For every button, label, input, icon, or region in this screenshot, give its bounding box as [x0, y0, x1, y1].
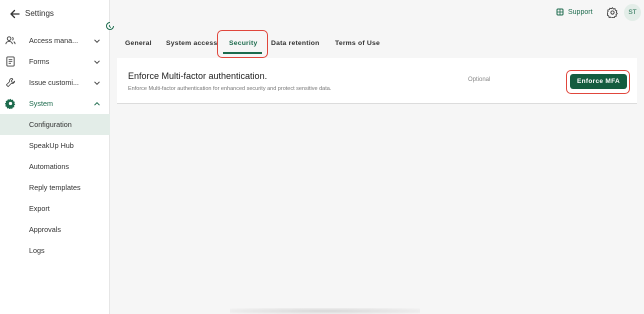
arrow-left-icon[interactable]: [9, 8, 21, 20]
sidebar-title: Settings: [25, 9, 54, 18]
support-link[interactable]: Support: [556, 8, 593, 16]
mfa-title: Enforce Multi-factor authentication.: [128, 71, 268, 81]
sidebar-item-system[interactable]: System: [0, 93, 110, 114]
sidebar-subitem-label: Logs: [29, 246, 45, 255]
sidebar-item-label: Access mana...: [29, 36, 79, 45]
sidebar-subitem-label: Reply templates: [29, 183, 81, 192]
sidebar-subitem-approvals[interactable]: Approvals: [0, 219, 110, 240]
sidebar-subitem-label: Automations: [29, 162, 69, 171]
sidebar: Settings Access mana... Forms Issue cust…: [0, 0, 110, 314]
sidebar-subitem-reply-templates[interactable]: Reply templates: [0, 177, 110, 198]
avatar[interactable]: ST: [624, 4, 641, 21]
settings-tabs: General System access Security Data rete…: [110, 28, 644, 56]
sidebar-item-forms[interactable]: Forms: [0, 51, 110, 72]
sidebar-subitem-label: SpeakUp Hub: [29, 141, 74, 150]
chevron-down-icon: [94, 60, 100, 65]
sidebar-item-label: System: [29, 99, 53, 108]
sidebar-subitem-label: Configuration: [29, 120, 72, 129]
support-icon: [556, 8, 564, 16]
sidebar-subitem-configuration[interactable]: Configuration: [0, 114, 110, 135]
wrench-icon: [5, 77, 16, 88]
gear-icon: [5, 98, 16, 109]
sidebar-item-access-management[interactable]: Access mana...: [0, 30, 110, 51]
sidebar-item-issue-customization[interactable]: Issue customi...: [0, 72, 110, 93]
forms-icon: [6, 56, 15, 67]
mfa-description: Enforce Multi-factor authentication for …: [128, 86, 332, 92]
mfa-settings-card: Enforce Multi-factor authentication. Enf…: [117, 58, 637, 104]
chevron-down-icon: [94, 81, 100, 86]
sidebar-subitem-automations[interactable]: Automations: [0, 156, 110, 177]
sidebar-subitem-speakup-hub[interactable]: SpeakUp Hub: [0, 135, 110, 156]
sidebar-header: Settings: [0, 0, 110, 28]
sidebar-subitem-label: Approvals: [29, 225, 61, 234]
settings-gear-icon[interactable]: [607, 7, 618, 18]
mfa-status: Optional: [468, 77, 491, 83]
sidebar-item-label: Forms: [29, 57, 50, 66]
sidebar-subitem-export[interactable]: Export: [0, 198, 110, 219]
chevron-up-icon: [94, 101, 100, 106]
tab-terms-of-use[interactable]: Terms of Use: [335, 40, 380, 47]
sidebar-item-label: Issue customi...: [29, 78, 79, 87]
enforce-mfa-highlight: [566, 70, 630, 94]
tab-data-retention[interactable]: Data retention: [271, 40, 320, 47]
bottom-shadow: [230, 308, 420, 314]
users-icon: [5, 36, 16, 45]
sidebar-subitem-label: Export: [29, 204, 50, 213]
support-label: Support: [568, 8, 593, 16]
tab-general[interactable]: General: [125, 40, 152, 47]
sidebar-subitem-logs[interactable]: Logs: [0, 240, 110, 261]
chevron-down-icon: [94, 39, 100, 44]
tab-system-access[interactable]: System access: [166, 40, 217, 47]
security-tab-highlight: [217, 30, 268, 58]
